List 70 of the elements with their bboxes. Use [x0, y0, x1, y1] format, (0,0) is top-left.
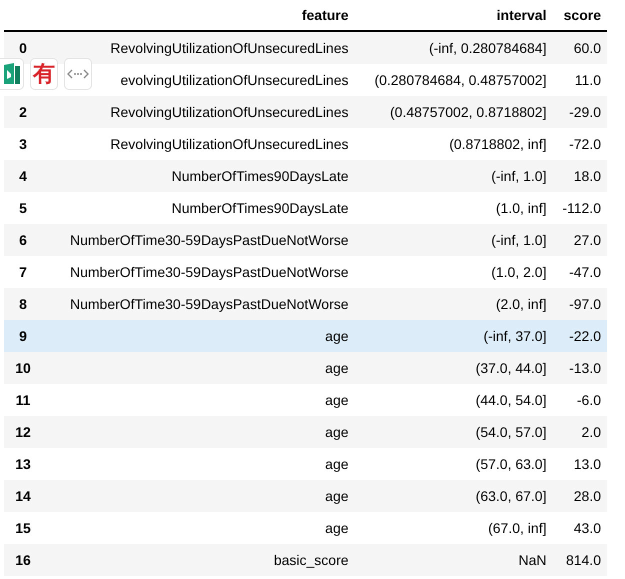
- table-cell: (2.0, inf]: [496, 296, 546, 312]
- table-cell: (54.0, 57.0]: [476, 424, 546, 440]
- row-index: 3: [19, 136, 27, 152]
- table-cell: age: [325, 392, 349, 408]
- table-cell: NumberOfTime30-59DaysPastDueNotWorse: [70, 232, 349, 248]
- row-index: 2: [19, 104, 27, 120]
- table-cell: -47.0: [569, 264, 601, 280]
- table-cell: RevolvingUtilizationOfUnsecuredLines: [110, 40, 349, 56]
- row-index: 6: [19, 232, 27, 248]
- table-cell: -13.0: [569, 360, 601, 376]
- table-cell: 2.0: [582, 424, 601, 440]
- row-index: 4: [19, 168, 27, 184]
- table-cell: RevolvingUtilizationOfUnsecuredLines: [110, 136, 349, 152]
- table-cell: -6.0: [576, 392, 601, 408]
- table-cell: age: [325, 456, 349, 472]
- table-cell: (-inf, 0.280784684]: [428, 40, 546, 56]
- book-icon[interactable]: [0, 58, 24, 90]
- table-cell: (0.8718802, inf]: [449, 136, 546, 152]
- table-cell: (-inf, 1.0]: [491, 168, 546, 184]
- row-index: 10: [15, 360, 31, 376]
- table-cell: NaN: [518, 552, 546, 568]
- row-index: 16: [15, 552, 31, 568]
- table-cell: 60.0: [574, 40, 601, 56]
- table-cell: 43.0: [574, 520, 601, 536]
- table-cell: -112.0: [562, 200, 601, 216]
- table-cell: age: [325, 328, 349, 344]
- table-cell: (1.0, 2.0]: [491, 264, 546, 280]
- row-index: 12: [15, 424, 31, 440]
- table-cell: 11.0: [574, 72, 601, 88]
- table-cell: 27.0: [574, 232, 601, 248]
- row-index: 15: [15, 520, 31, 536]
- table-cell: NumberOfTime30-59DaysPastDueNotWorse: [70, 296, 349, 312]
- table-cell: age: [325, 520, 349, 536]
- table-cell: (1.0, inf]: [496, 200, 546, 216]
- table-cell: -97.0: [569, 296, 601, 312]
- table-cell: NumberOfTime30-59DaysPastDueNotWorse: [70, 264, 349, 280]
- table-cell: (0.48757002, 0.8718802]: [390, 104, 546, 120]
- table-cell: 814.0: [566, 552, 601, 568]
- table-cell: age: [325, 424, 349, 440]
- table-cell: age: [325, 360, 349, 376]
- app-logo-button[interactable]: 有: [30, 58, 58, 90]
- table-cell: (63.0, 67.0]: [476, 488, 546, 504]
- row-index: 8: [19, 296, 27, 312]
- row-index: 14: [15, 488, 31, 504]
- table-cell: age: [325, 488, 349, 504]
- table-cell: (37.0, 44.0]: [476, 360, 546, 376]
- table-cell: -22.0: [569, 328, 601, 344]
- row-index: 13: [15, 456, 31, 472]
- table-cell: evolvingUtilizationOfUnsecuredLines: [120, 72, 349, 88]
- table-cell: (57.0, 63.0]: [476, 456, 546, 472]
- row-index: 0: [19, 40, 27, 56]
- row-index: 9: [19, 328, 27, 344]
- code-icon[interactable]: [64, 58, 92, 90]
- table-cell: (0.280784684, 0.48757002]: [374, 72, 546, 88]
- table-cell: 18.0: [574, 168, 601, 184]
- table-cell: RevolvingUtilizationOfUnsecuredLines: [110, 104, 349, 120]
- table-cell: NumberOfTimes90DaysLate: [172, 200, 349, 216]
- table-cell: -29.0: [569, 104, 601, 120]
- table-cell: 13.0: [574, 456, 601, 472]
- table-cell: NumberOfTimes90DaysLate: [172, 168, 349, 184]
- table-cell: (-inf, 37.0]: [483, 328, 546, 344]
- table-cell: (-inf, 1.0]: [491, 232, 546, 248]
- table-cell: basic_score: [274, 552, 349, 568]
- row-index: 5: [19, 200, 27, 216]
- table-cell: -72.0: [569, 136, 601, 152]
- table-cell: (67.0, inf]: [488, 520, 546, 536]
- table-cell: 28.0: [574, 488, 601, 504]
- row-index: 7: [19, 264, 27, 280]
- table-cell: (44.0, 54.0]: [476, 392, 546, 408]
- row-index: 11: [16, 392, 30, 408]
